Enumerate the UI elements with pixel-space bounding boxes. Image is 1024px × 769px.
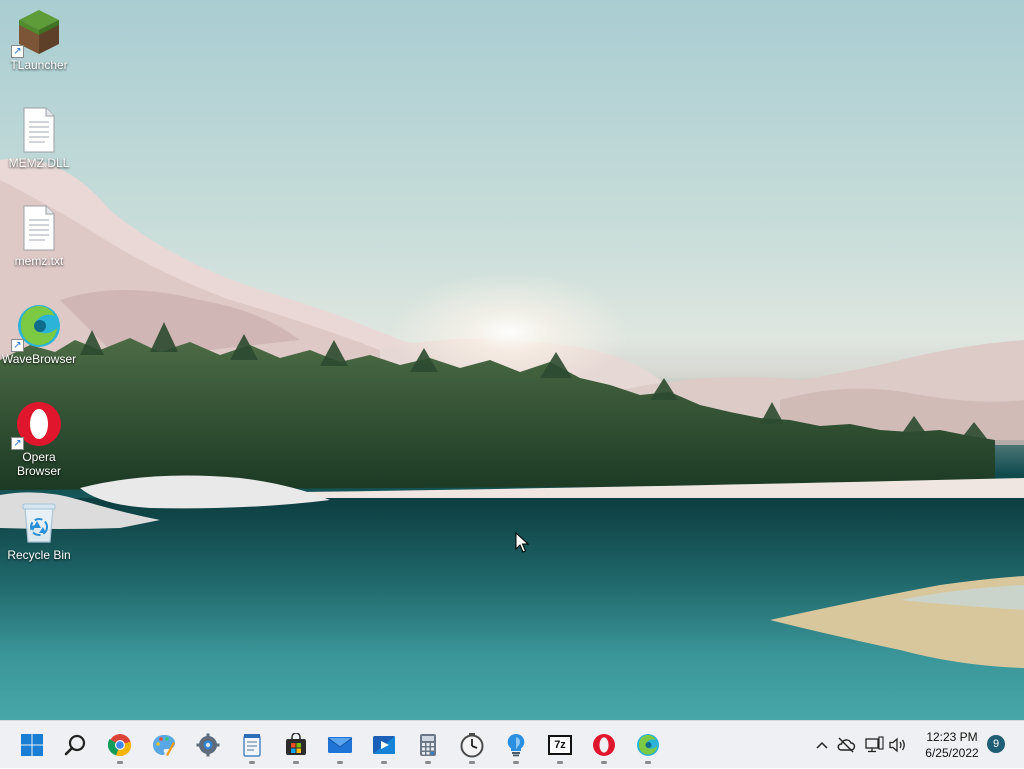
opera-icon: ↗ <box>11 400 63 450</box>
cloud-offline-icon <box>837 737 856 753</box>
opera-icon <box>593 734 615 756</box>
text-file-icon <box>15 204 63 252</box>
minecraft-grass-block-icon: ↗ <box>11 8 63 58</box>
tips-lightbulb-icon <box>507 733 525 757</box>
recycle-bin-icon <box>15 498 63 546</box>
7zip-label: 7z <box>554 739 566 751</box>
search-icon <box>64 734 86 756</box>
mail-button[interactable] <box>320 725 360 765</box>
notepad-icon <box>243 734 261 757</box>
chrome-button[interactable] <box>100 725 140 765</box>
media-player-icon <box>373 736 395 754</box>
running-indicator <box>469 761 475 764</box>
running-indicator <box>381 761 387 764</box>
icon-label: WaveBrowser <box>1 352 77 366</box>
wavebrowser-icon <box>637 734 659 756</box>
running-indicator <box>117 761 123 764</box>
wallpaper-landscape <box>0 158 1024 720</box>
running-indicator <box>337 761 343 764</box>
running-indicator <box>645 761 651 764</box>
7zip-icon: 7z <box>548 735 572 755</box>
opera-button[interactable] <box>584 725 624 765</box>
running-indicator <box>425 761 431 764</box>
running-indicator <box>513 761 519 764</box>
volume-button[interactable] <box>886 721 910 769</box>
icon-wavebrowser[interactable]: ↗ WaveBrowser <box>1 302 77 366</box>
clock-date: 6/25/2022 <box>925 746 979 760</box>
notification-badge[interactable]: 9 <box>987 735 1005 753</box>
volume-icon <box>889 737 905 753</box>
tips-button[interactable] <box>496 725 536 765</box>
running-indicator <box>557 761 563 764</box>
paint-button[interactable] <box>144 725 184 765</box>
running-indicator <box>601 761 607 764</box>
taskbar: 7z 12:23 PM 6/25/2022 <box>0 720 1024 768</box>
taskbar-clock[interactable]: 12:23 PM 6/25/2022 <box>912 729 992 761</box>
wavebrowser-icon: ↗ <box>11 302 63 352</box>
windows-start-icon <box>21 734 43 756</box>
icon-label: Recycle Bin <box>7 548 71 562</box>
clock-button[interactable] <box>452 725 492 765</box>
store-button[interactable] <box>276 725 316 765</box>
network-button[interactable] <box>862 721 886 769</box>
mouse-cursor-icon <box>515 532 529 553</box>
chrome-icon <box>108 734 132 757</box>
icon-label: TLauncher <box>10 58 68 72</box>
icon-opera[interactable]: ↗ Opera Browser <box>1 400 77 478</box>
show-hidden-icons-button[interactable] <box>812 721 832 769</box>
shortcut-arrow-icon: ↗ <box>11 437 24 450</box>
media-player-button[interactable] <box>364 725 404 765</box>
icon-label: memz.txt <box>14 254 64 268</box>
icon-label: Opera Browser <box>16 450 61 478</box>
running-indicator <box>293 761 299 764</box>
search-button[interactable] <box>56 725 96 765</box>
shortcut-arrow-icon: ↗ <box>11 45 24 58</box>
icon-memz-dll[interactable]: MEMZ.DLL <box>1 106 77 170</box>
running-indicator <box>249 761 255 764</box>
document-file-icon <box>15 106 63 154</box>
icon-tlauncher[interactable]: ↗ TLauncher <box>1 8 77 72</box>
settings-button[interactable] <box>188 725 228 765</box>
onedrive-button[interactable] <box>834 721 858 769</box>
start-button[interactable] <box>12 725 52 765</box>
notepad-button[interactable] <box>232 725 272 765</box>
microsoft-store-icon <box>286 733 306 755</box>
settings-gear-icon <box>196 733 220 757</box>
icon-label: MEMZ.DLL <box>8 156 70 170</box>
calculator-button[interactable] <box>408 725 448 765</box>
7zip-button[interactable]: 7z <box>540 725 580 765</box>
network-icon <box>865 736 884 753</box>
icon-memz-txt[interactable]: memz.txt <box>1 204 77 268</box>
chevron-up-icon <box>816 741 828 749</box>
desktop[interactable]: ↗ TLauncher MEMZ.DLL memz.txt ↗ WaveBrow… <box>0 0 1024 720</box>
wavebrowser-button[interactable] <box>628 725 668 765</box>
mail-icon <box>327 737 353 753</box>
icon-recycle-bin[interactable]: Recycle Bin <box>1 498 77 562</box>
clock-time: 12:23 PM <box>926 730 978 744</box>
calculator-icon <box>420 734 436 756</box>
paint-icon <box>153 735 175 756</box>
shortcut-arrow-icon: ↗ <box>11 339 24 352</box>
clock-icon <box>460 733 484 758</box>
